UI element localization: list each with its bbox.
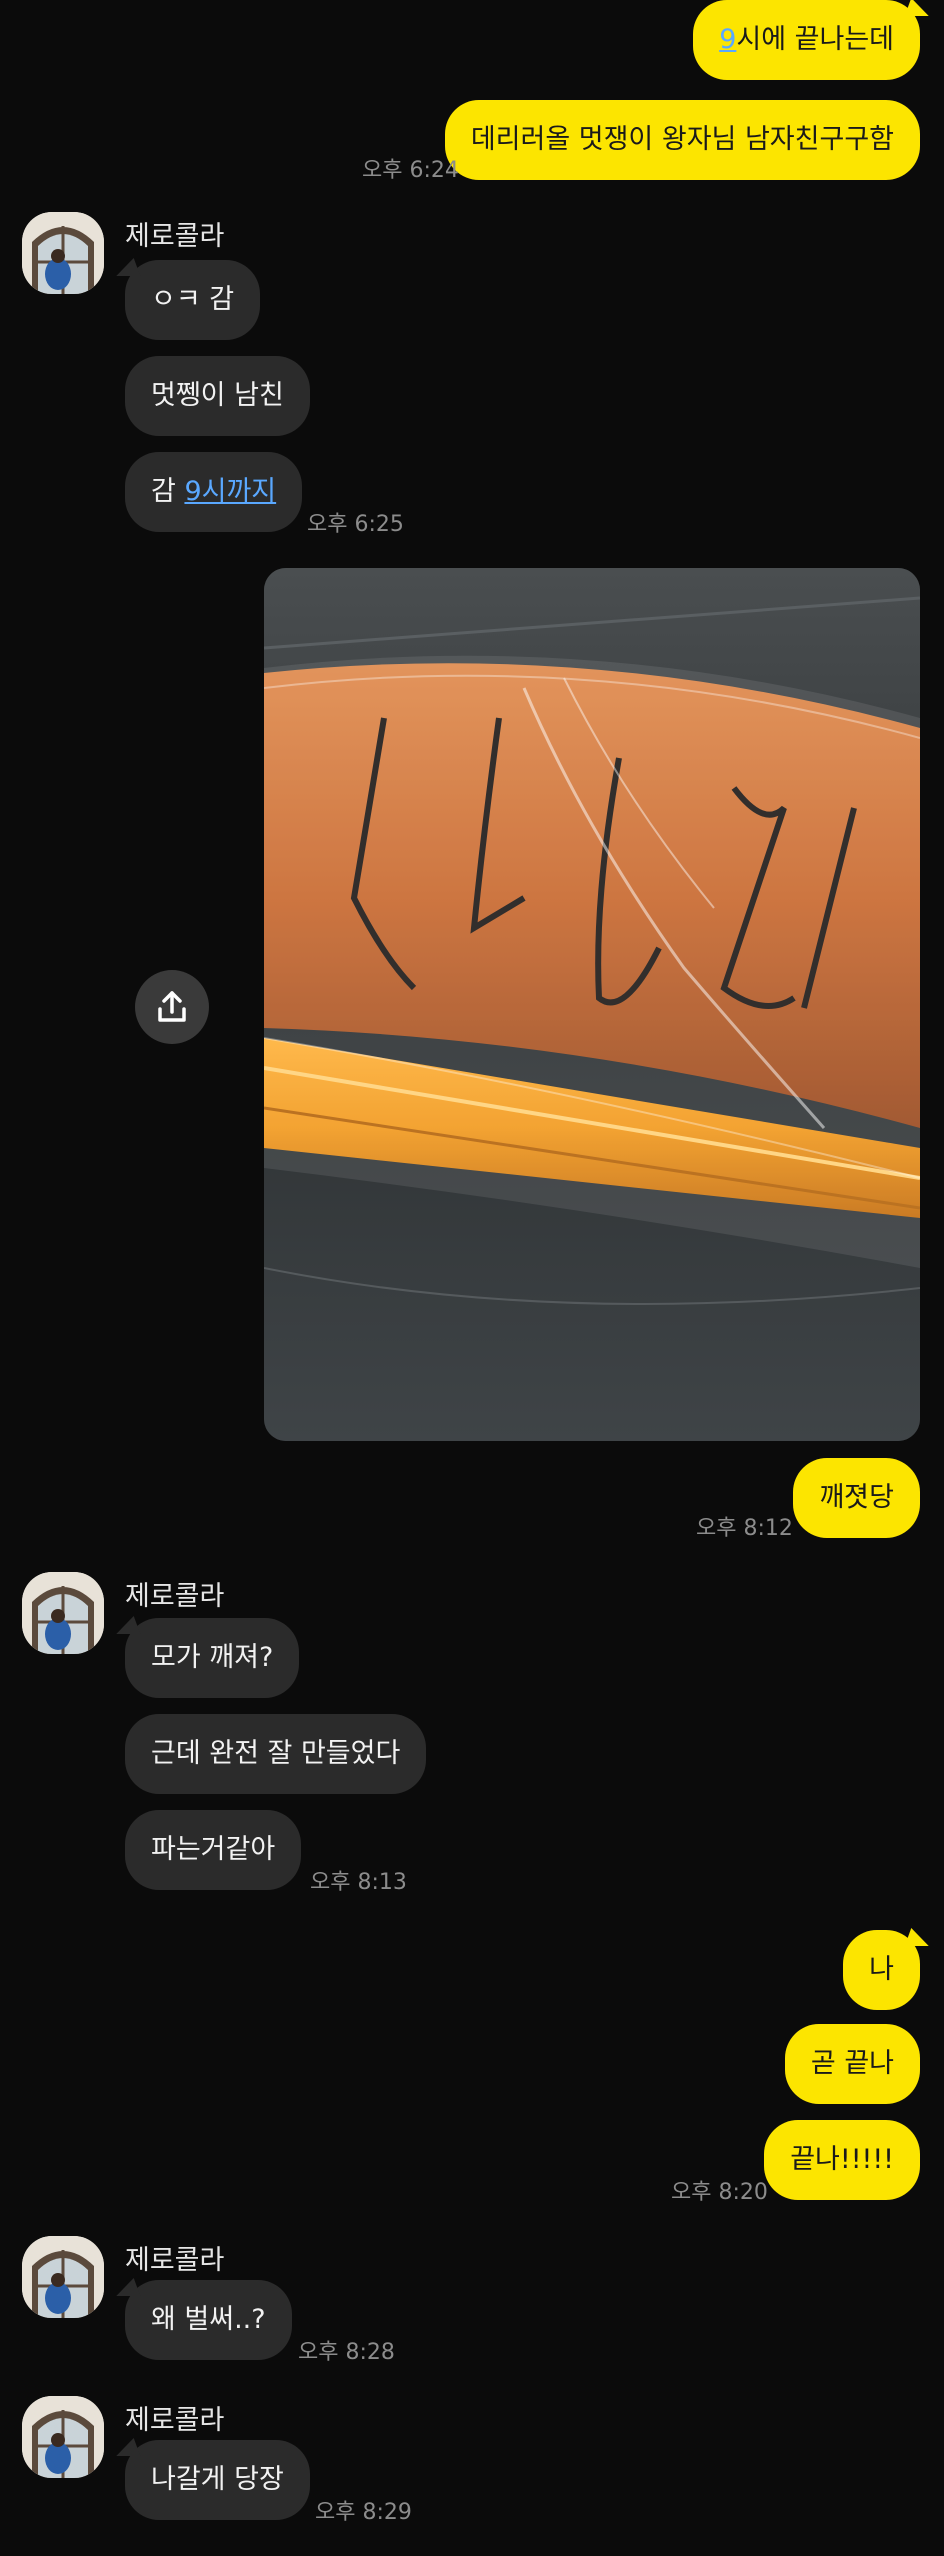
profile-photo xyxy=(22,1572,104,1654)
their-message[interactable]: 모가 깨져? xyxy=(125,1618,300,1698)
contact-name: 제로콜라 xyxy=(125,2245,225,2276)
contact-name: 제로콜라 xyxy=(125,2405,225,2436)
message-time: 오후 6:24 xyxy=(362,158,459,183)
profile-photo xyxy=(22,2236,104,2318)
message-text: 감 xyxy=(151,476,185,507)
their-message[interactable]: 나갈게 당장 xyxy=(125,2440,310,2520)
share-upload-icon xyxy=(158,991,186,1022)
message-text: 멋쩽이 남친 xyxy=(151,380,284,411)
message-time: 오후 8:29 xyxy=(315,2500,412,2525)
message-text: 데리러올 멋쟁이 왕자님 남자친구구함 xyxy=(470,124,894,155)
my-message[interactable]: 끝나!!!!! xyxy=(764,2120,920,2200)
message-time: 오후 8:28 xyxy=(298,2340,395,2365)
chat-thread[interactable]: 9시에 끝나는데 데리러올 멋쟁이 왕자님 남자친구구함 오후 6:24 제로콜… xyxy=(0,0,944,2556)
my-message[interactable]: 나 xyxy=(843,1930,920,2010)
message-text: 깨졋당 xyxy=(819,1482,894,1513)
message-time: 오후 8:12 xyxy=(696,1516,793,1541)
profile-photo xyxy=(22,2396,104,2478)
photo-message[interactable] xyxy=(264,568,920,1441)
message-time: 오후 8:13 xyxy=(310,1870,407,1895)
their-message[interactable]: 왜 벌써..? xyxy=(125,2280,292,2360)
message-text: 파는거같아 xyxy=(151,1834,276,1865)
their-message[interactable]: 멋쩽이 남친 xyxy=(125,356,310,436)
their-message[interactable]: 감 9시까지 xyxy=(125,452,303,532)
message-text: 시에 끝나는데 xyxy=(736,24,894,55)
my-message[interactable]: 곧 끝나 xyxy=(784,2024,920,2104)
my-message[interactable]: 깨졋당 xyxy=(793,1458,920,1538)
message-text: 왜 벌써..? xyxy=(151,2304,266,2335)
message-time: 오후 6:25 xyxy=(307,512,404,537)
time-link[interactable]: 9시까지 xyxy=(184,476,276,507)
profile-photo xyxy=(22,212,104,294)
message-text: 근데 완전 잘 만들었다 xyxy=(151,1738,401,1769)
message-text: 곧 끝나 xyxy=(810,2048,894,2079)
my-message[interactable]: 데리러올 멋쟁이 왕자님 남자친구구함 xyxy=(444,100,920,180)
photo-image xyxy=(264,568,920,1441)
avatar[interactable] xyxy=(22,1572,104,1654)
message-time: 오후 8:20 xyxy=(671,2180,768,2205)
contact-name: 제로콜라 xyxy=(125,221,225,252)
their-message[interactable]: 파는거같아 xyxy=(125,1810,302,1890)
message-text: 끝나!!!!! xyxy=(790,2144,894,2175)
my-message[interactable]: 9시에 끝나는데 xyxy=(693,0,920,80)
time-link[interactable]: 9 xyxy=(719,24,736,55)
share-button[interactable] xyxy=(135,970,209,1044)
message-text: 나 xyxy=(869,1954,894,1985)
avatar[interactable] xyxy=(22,2236,104,2318)
message-text: 모가 깨져? xyxy=(151,1642,274,1673)
message-text: ㅇㅋ 감 xyxy=(151,284,235,315)
avatar[interactable] xyxy=(22,212,104,294)
avatar[interactable] xyxy=(22,2396,104,2478)
their-message[interactable]: ㅇㅋ 감 xyxy=(125,260,261,340)
message-text: 나갈게 당장 xyxy=(151,2464,284,2495)
their-message[interactable]: 근데 완전 잘 만들었다 xyxy=(125,1714,427,1794)
contact-name: 제로콜라 xyxy=(125,1581,225,1612)
